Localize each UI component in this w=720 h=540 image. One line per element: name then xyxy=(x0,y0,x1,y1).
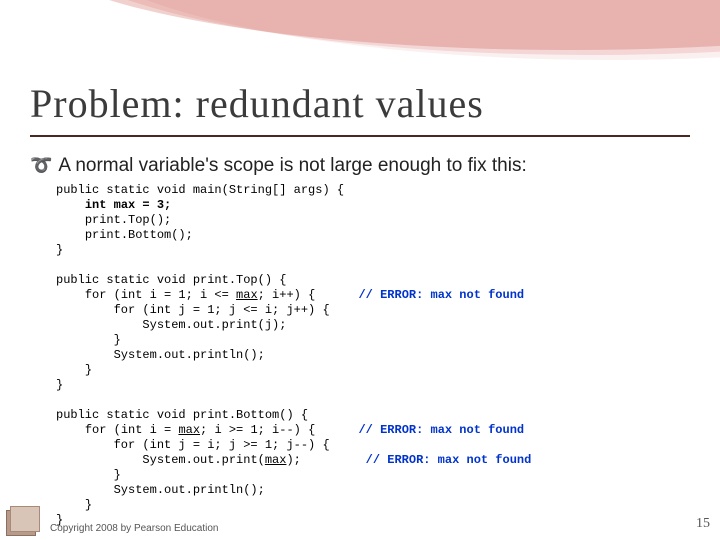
book-icon xyxy=(6,506,44,536)
bullet-label: A normal variable's scope is not large e… xyxy=(58,155,526,176)
slide-body: ➰ A normal variable's scope is not large … xyxy=(30,155,690,528)
copyright-text: Copyright 2008 by Pearson Education xyxy=(50,523,218,534)
code-block: public static void main(String[] args) {… xyxy=(56,183,690,528)
title-underline xyxy=(30,135,690,137)
page-number: 15 xyxy=(696,516,710,532)
slide: Problem: redundant values ➰ A normal vari… xyxy=(0,0,720,540)
slide-title: Problem: redundant values xyxy=(30,80,484,127)
bullet-icon: ➰ xyxy=(30,155,52,175)
bullet-text: ➰ A normal variable's scope is not large … xyxy=(30,155,690,177)
header-decoration xyxy=(0,0,720,80)
